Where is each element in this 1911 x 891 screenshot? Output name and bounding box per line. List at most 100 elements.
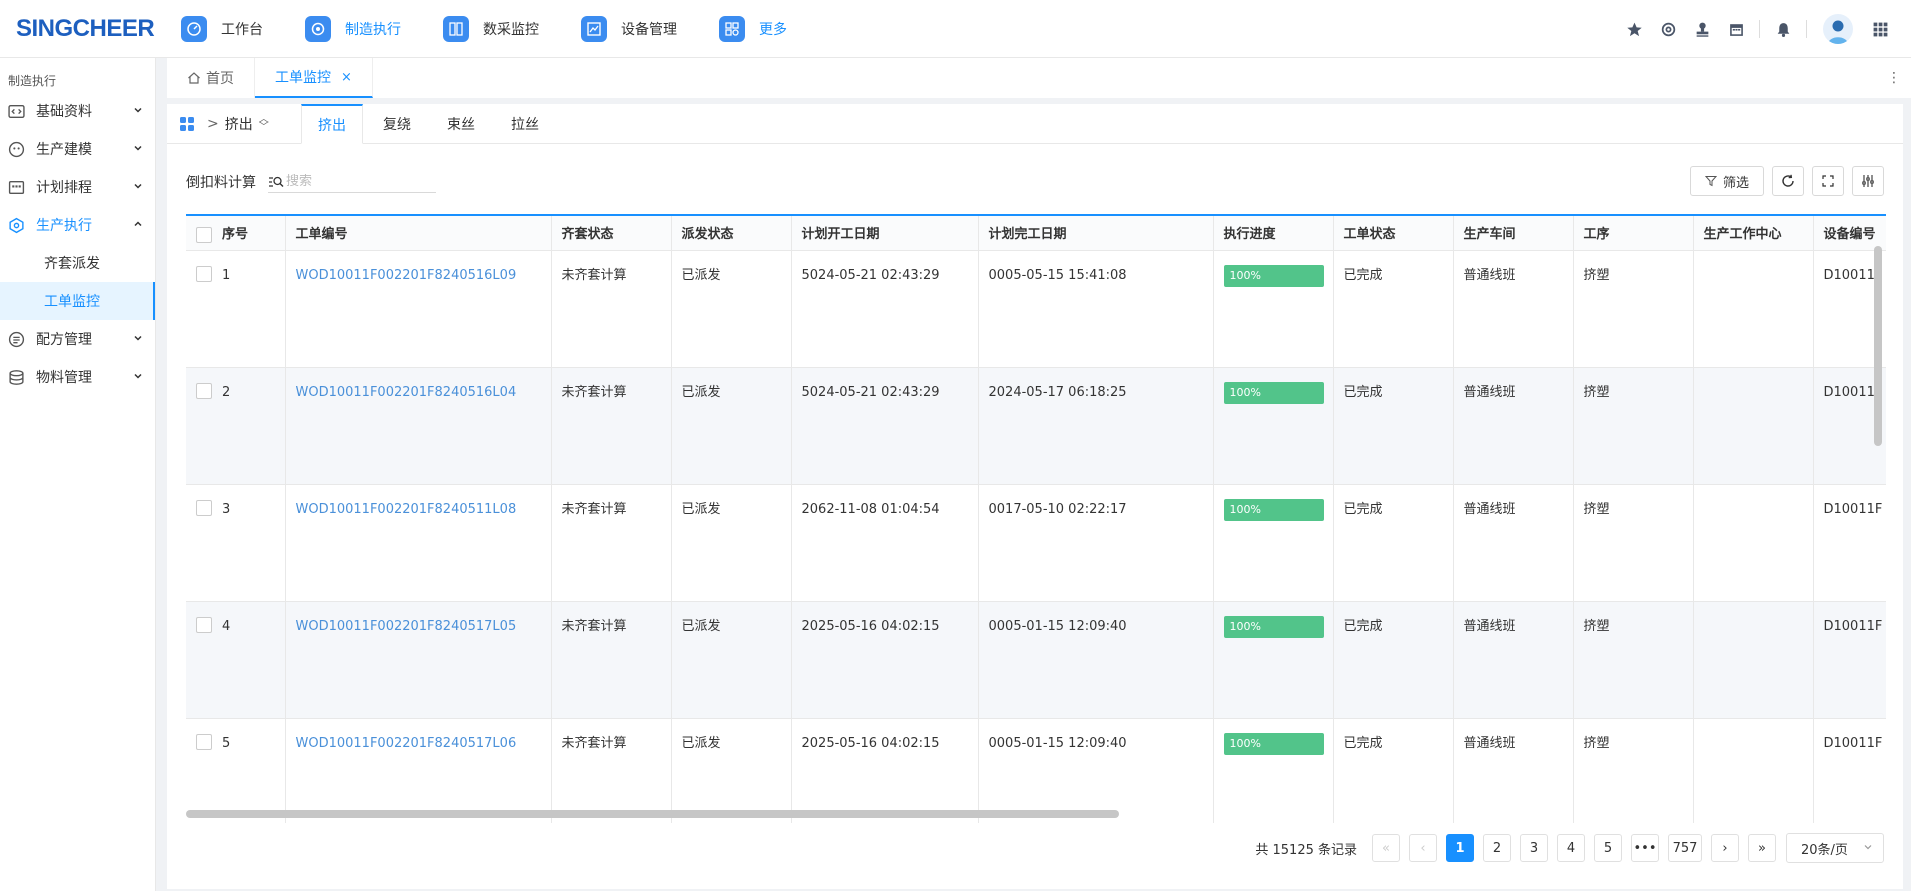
header-plan-start[interactable]: 计划开工日期: [791, 216, 979, 251]
cell-kit-status: 未齐套计算: [551, 367, 672, 485]
close-icon[interactable]: ×: [341, 70, 352, 85]
divider: [1759, 20, 1760, 38]
cell-index: 5: [186, 718, 286, 823]
next-page-button[interactable]: ›: [1711, 834, 1739, 862]
star-icon[interactable]: [1617, 21, 1651, 38]
header-plan-end[interactable]: 计划完工日期: [978, 216, 1214, 251]
page-size-select[interactable]: 20条/页: [1786, 833, 1884, 863]
sidebar-item-planning[interactable]: 计划排程: [0, 168, 155, 206]
table-row[interactable]: 4 WOD10011F002201F8240517L05 未齐套计算 已派发 2…: [186, 601, 1886, 719]
search-input[interactable]: [286, 174, 426, 189]
sidebar-item-label: 配方管理: [36, 332, 92, 348]
page-button[interactable]: 1: [1446, 834, 1474, 862]
column-settings-button[interactable]: [1852, 166, 1884, 196]
topnav-more[interactable]: 更多: [719, 0, 787, 58]
tab-extrusion[interactable]: 挤出: [301, 104, 363, 144]
backflush-calc-button[interactable]: 倒扣料计算: [186, 172, 256, 192]
sidebar-item-basic-data[interactable]: 基础资料: [0, 92, 155, 130]
ellipsis-button[interactable]: •••: [1631, 834, 1659, 862]
order-link[interactable]: WOD10011F002201F8240516L04: [296, 385, 517, 400]
bell-icon[interactable]: [1766, 21, 1800, 38]
sidebar-item-production-modeling[interactable]: 生产建模: [0, 130, 155, 168]
page-button[interactable]: 5: [1594, 834, 1622, 862]
cell-order-no: WOD10011F002201F8240517L05: [285, 601, 552, 719]
header-kit-status[interactable]: 齐套状态: [551, 216, 672, 251]
table-row[interactable]: 2 WOD10011F002201F8240516L04 未齐套计算 已派发 5…: [186, 367, 1886, 485]
header-dispatch-status[interactable]: 派发状态: [671, 216, 792, 251]
sidebar-item-material[interactable]: 物料管理: [0, 358, 155, 396]
top-nav: 工作台 制造执行 数采监控 设备管理 更多: [181, 0, 829, 58]
cell-equipment-no: D10011F F8: [1813, 484, 1886, 602]
search-box[interactable]: [268, 171, 436, 193]
row-checkbox[interactable]: [196, 382, 212, 399]
table-row[interactable]: 1 WOD10011F002201F8240516L09 未齐套计算 已派发 5…: [186, 250, 1886, 368]
filter-button[interactable]: 筛选: [1690, 166, 1764, 196]
avatar[interactable]: [1823, 14, 1853, 44]
header-process[interactable]: 工序: [1573, 216, 1694, 251]
row-checkbox[interactable]: [196, 733, 212, 750]
page-button[interactable]: 2: [1483, 834, 1511, 862]
cell-order-no: WOD10011F002201F8240517L06: [285, 718, 552, 823]
topnav-equipment[interactable]: 设备管理: [581, 0, 677, 58]
breadcrumb[interactable]: > 挤出 ︿ ﹀: [167, 104, 301, 143]
cell-plan-end: 0017-05-10 02:22:17: [978, 484, 1214, 602]
header-workshop[interactable]: 生产车间: [1453, 216, 1574, 251]
column-settings-icon: [1862, 175, 1874, 187]
order-link[interactable]: WOD10011F002201F8240516L09: [296, 268, 517, 283]
cell-order-no: WOD10011F002201F8240516L09: [285, 250, 552, 368]
topnav-workbench[interactable]: 工作台: [181, 0, 263, 58]
horizontal-scrollbar[interactable]: [186, 810, 1119, 818]
sort-icon[interactable]: ︿ ﹀: [259, 114, 269, 132]
brand-logo[interactable]: SINGCHEER: [16, 15, 181, 43]
sidebar-item-label: 物料管理: [36, 370, 92, 386]
page-button[interactable]: 3: [1520, 834, 1548, 862]
cell-process: 挤塑: [1573, 367, 1694, 485]
sidebar-item-production-execution[interactable]: 生产执行: [0, 206, 155, 244]
last-page-number[interactable]: 757: [1668, 834, 1702, 862]
first-page-button[interactable]: «: [1372, 834, 1400, 862]
more-vertical-icon[interactable]: ⋮: [1887, 70, 1901, 86]
tab-bunching[interactable]: 束丝: [431, 104, 491, 143]
header-work-center[interactable]: 生产工作中心: [1693, 216, 1814, 251]
order-link[interactable]: WOD10011F002201F8240517L05: [296, 619, 517, 634]
schedule-icon: [8, 178, 26, 196]
row-checkbox[interactable]: [196, 265, 212, 282]
header-progress[interactable]: 执行进度: [1213, 216, 1334, 251]
process-tabs: 挤出 复绕 束丝 拉丝: [301, 104, 559, 144]
code-icon: [8, 102, 26, 120]
tab-label: 工单监控: [275, 70, 331, 86]
order-link[interactable]: WOD10011F002201F8240511L08: [296, 502, 517, 517]
last-page-button[interactable]: »: [1748, 834, 1776, 862]
page-button[interactable]: 4: [1557, 834, 1585, 862]
order-link[interactable]: WOD10011F002201F8240517L06: [296, 736, 517, 751]
app-grid-icon[interactable]: [1863, 21, 1897, 38]
top-right-actions: [1617, 0, 1897, 58]
table-row[interactable]: 5 WOD10011F002201F8240517L06 未齐套计算 已派发 2…: [186, 718, 1886, 823]
vertical-scrollbar[interactable]: [1874, 246, 1882, 446]
stamp-icon[interactable]: [1685, 21, 1719, 38]
cell-order-status: 已完成: [1333, 601, 1454, 719]
cell-plan-end: 2024-05-17 06:18:25: [978, 367, 1214, 485]
header-equipment-no[interactable]: 设备编号: [1813, 216, 1886, 251]
refresh-button[interactable]: [1772, 166, 1804, 196]
tab-home[interactable]: 首页: [167, 58, 255, 98]
row-checkbox[interactable]: [196, 616, 212, 633]
sidebar-subitem-order-monitor[interactable]: 工单监控: [0, 282, 155, 320]
sidebar-subitem-kit-dispatch[interactable]: 齐套派发: [0, 244, 155, 282]
topnav-manufacturing[interactable]: 制造执行: [305, 0, 401, 58]
fullscreen-button[interactable]: [1812, 166, 1844, 196]
sidebar-item-recipe[interactable]: 配方管理: [0, 320, 155, 358]
tab-order-monitor[interactable]: 工单监控 ×: [255, 58, 373, 98]
header-order-status[interactable]: 工单状态: [1333, 216, 1454, 251]
tab-drawing[interactable]: 拉丝: [495, 104, 555, 143]
prev-page-button[interactable]: ‹: [1409, 834, 1437, 862]
calendar-icon[interactable]: [1719, 21, 1753, 38]
row-checkbox[interactable]: [196, 499, 212, 516]
topnav-data-monitor[interactable]: 数采监控: [443, 0, 539, 58]
cell-equipment-no: D10011F F8: [1813, 718, 1886, 823]
table-row[interactable]: 3 WOD10011F002201F8240511L08 未齐套计算 已派发 2…: [186, 484, 1886, 602]
tab-rewinding[interactable]: 复绕: [367, 104, 427, 143]
header-order-no[interactable]: 工单编号: [285, 216, 552, 251]
select-all-checkbox[interactable]: [196, 226, 212, 243]
gear-icon[interactable]: [1651, 21, 1685, 38]
